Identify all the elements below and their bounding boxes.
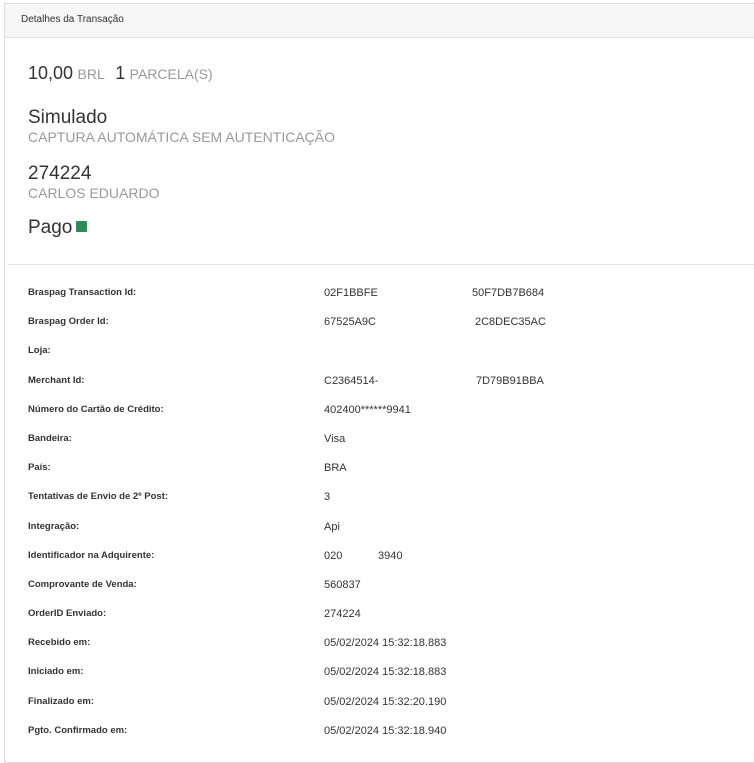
- amount-value: 10,00: [28, 63, 74, 83]
- detail-value: 05/02/2024 15:32:18.883: [324, 666, 447, 679]
- detail-label: Número do Cartão de Crédito:: [28, 403, 164, 415]
- status-badge: Pago: [28, 217, 88, 239]
- detail-row-finished-at: Finalizado em: 05/02/2024 15:32:20.190: [28, 692, 748, 721]
- detail-row-order-id-sent: OrderID Enviado: 274224: [28, 604, 748, 633]
- detail-value: C2364514-: [324, 374, 379, 387]
- detail-label: Bandeira:: [28, 432, 72, 444]
- detail-value: 05/02/2024 15:32:18.883: [324, 637, 447, 650]
- detail-label: Braspag Order Id:: [28, 316, 109, 328]
- detail-label: Recebido em:: [28, 637, 91, 649]
- detail-label: Integração:: [28, 520, 80, 532]
- detail-value-tail: 2C8DEC35AC: [475, 316, 546, 329]
- detail-label: Merchant Id:: [28, 374, 85, 386]
- detail-label: Iniciado em:: [28, 666, 84, 678]
- detail-value: 02F1BBFE: [324, 287, 378, 299]
- detail-value: BRA: [324, 462, 347, 475]
- detail-row-received-at: Recebido em: 05/02/2024 15:32:18.883: [28, 633, 748, 662]
- customer-name: CARLOS EDUARDO: [28, 185, 160, 201]
- detail-row-merchant-id: Merchant Id: C2364514- 7D79B91BBA: [28, 371, 748, 400]
- amount-summary: 10,00 BRL 1 PARCELA(S): [28, 63, 213, 84]
- detail-row-order-id: Braspag Order Id: 67525A9C 2C8DEC35AC: [28, 312, 748, 341]
- detail-value: 05/02/2024 15:32:18.940: [324, 724, 447, 737]
- status-indicator-icon: [76, 221, 88, 233]
- detail-value: 402400******9941: [324, 403, 411, 416]
- detail-value: 05/02/2024 15:32:20.190: [324, 695, 447, 708]
- detail-label: OrderID Enviado:: [28, 608, 107, 620]
- order-number: 274224: [28, 163, 92, 184]
- detail-row-transaction-id: Braspag Transaction Id: 02F1BBFE 50F7DB7…: [28, 283, 748, 312]
- detail-value: 67525A9C: [324, 316, 376, 329]
- detail-label: Pgto. Confirmado em:: [28, 724, 128, 736]
- installments-label: PARCELA(S): [129, 66, 213, 82]
- divider: [8, 264, 754, 265]
- detail-value: 560837: [324, 578, 361, 591]
- detail-label: Finalizado em:: [28, 695, 94, 707]
- provider-block: Simulado CAPTURA AUTOMÁTICA SEM AUTENTIC…: [28, 107, 335, 145]
- provider-name: Simulado: [28, 107, 108, 128]
- installments-count: 1: [115, 63, 126, 83]
- detail-row-payment-confirmed-at: Pgto. Confirmado em: 05/02/2024 15:32:18…: [28, 721, 748, 750]
- detail-row-country: País: BRA: [28, 458, 748, 487]
- detail-label: Braspag Transaction Id:: [28, 287, 137, 298]
- detail-row-started-at: Iniciado em: 05/02/2024 15:32:18.883: [28, 662, 748, 691]
- detail-row-acquirer-id: Identificador na Adquirente: 020 3940: [28, 546, 748, 575]
- detail-value: 020: [324, 549, 343, 562]
- detail-label: Comprovante de Venda:: [28, 578, 137, 590]
- status-text: Pago: [28, 217, 73, 238]
- detail-value-tail: 7D79B91BBA: [476, 374, 544, 387]
- detail-row-brand: Bandeira: Visa: [28, 429, 748, 458]
- capture-mode: CAPTURA AUTOMÁTICA SEM AUTENTICAÇÃO: [28, 129, 336, 145]
- detail-value: 3: [324, 491, 331, 504]
- detail-row-store: Loja:: [28, 341, 748, 370]
- panel-header: Detalhes da Transação: [5, 4, 754, 38]
- panel-title: Detalhes da Transação: [21, 14, 124, 25]
- details-list: Braspag Transaction Id: 02F1BBFE 50F7DB7…: [28, 283, 748, 750]
- detail-row-post-attempts: Tentativas de Envio de 2º Post: 3: [28, 487, 748, 516]
- detail-value-tail: 50F7DB7B684: [472, 287, 545, 299]
- detail-label: País:: [28, 462, 51, 474]
- detail-row-card-number: Número do Cartão de Crédito: 402400*****…: [28, 400, 748, 429]
- detail-label: Identificador na Adquirente:: [28, 549, 155, 561]
- detail-value: 274224: [324, 608, 361, 621]
- currency-label: BRL: [77, 66, 105, 82]
- detail-label: Loja:: [28, 345, 51, 357]
- detail-value-tail: 3940: [378, 549, 403, 562]
- detail-row-integration: Integração: Api: [28, 517, 748, 546]
- detail-row-sales-receipt: Comprovante de Venda: 560837: [28, 575, 748, 604]
- order-block: 274224 CARLOS EDUARDO: [28, 163, 159, 201]
- detail-value: Visa: [324, 432, 346, 445]
- detail-value: Api: [324, 520, 340, 533]
- detail-label: Tentativas de Envio de 2º Post:: [28, 491, 169, 503]
